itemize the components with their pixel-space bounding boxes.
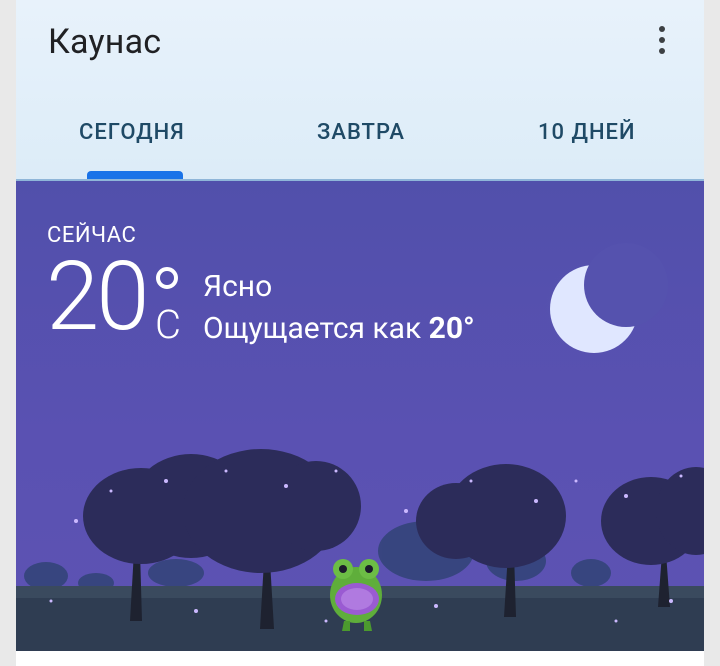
current-temperature: 20: [46, 241, 149, 353]
temperature-unit: C: [155, 301, 181, 348]
feels-like: Ощущается как 20°: [203, 311, 475, 346]
weather-scene: СЕЙЧАС 20 C Ясно Ощущается как 20°: [16, 181, 704, 651]
more-vert-icon-dot: [659, 48, 665, 54]
feels-like-value: 20°: [428, 311, 475, 346]
card-bottom: [16, 651, 704, 666]
weather-condition: Ясно: [203, 269, 273, 304]
more-vert-icon: [659, 26, 665, 32]
moon-icon: [544, 243, 668, 359]
tab-tomorrow[interactable]: ЗАВТРА: [317, 120, 405, 145]
more-vert-icon-dot: [659, 37, 665, 43]
weather-card: Каунас СЕГОДНЯ ЗАВТРА 10 ДНЕЙ СЕЙЧАС 20 …: [16, 0, 704, 666]
city-name: Каунас: [48, 22, 162, 62]
active-tab-indicator: [87, 171, 183, 179]
degree-icon: [156, 267, 178, 289]
forecast-tabs: СЕГОДНЯ ЗАВТРА 10 ДНЕЙ: [16, 100, 704, 180]
tab-today[interactable]: СЕГОДНЯ: [79, 120, 185, 145]
feels-like-label: Ощущается как: [203, 311, 429, 346]
weather-header: Каунас СЕГОДНЯ ЗАВТРА 10 ДНЕЙ: [16, 0, 704, 180]
more-options-button[interactable]: [656, 26, 668, 54]
tab-10-days[interactable]: 10 ДНЕЙ: [538, 120, 636, 145]
